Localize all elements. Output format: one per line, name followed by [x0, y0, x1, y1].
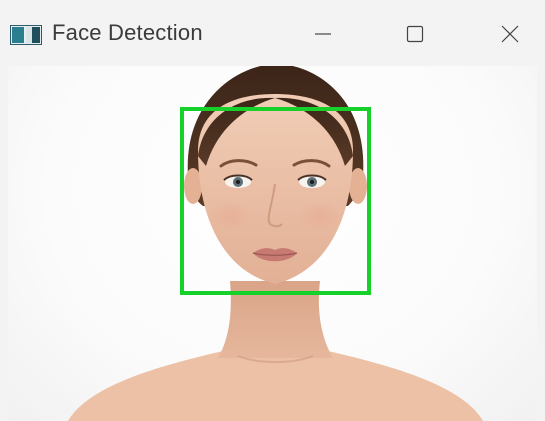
maximize-icon — [406, 25, 424, 43]
close-icon — [501, 25, 519, 43]
app-window-icon — [10, 25, 42, 45]
close-button[interactable] — [487, 12, 533, 56]
minimize-icon — [315, 33, 331, 35]
image-canvas — [8, 66, 537, 421]
face-detection-window: Face Detection — [0, 0, 545, 421]
title-bar[interactable]: Face Detection — [0, 0, 545, 66]
maximize-button[interactable] — [392, 12, 438, 56]
window-title: Face Detection — [52, 20, 203, 45]
face-detection-box — [180, 107, 371, 295]
minimize-button[interactable] — [300, 12, 346, 56]
